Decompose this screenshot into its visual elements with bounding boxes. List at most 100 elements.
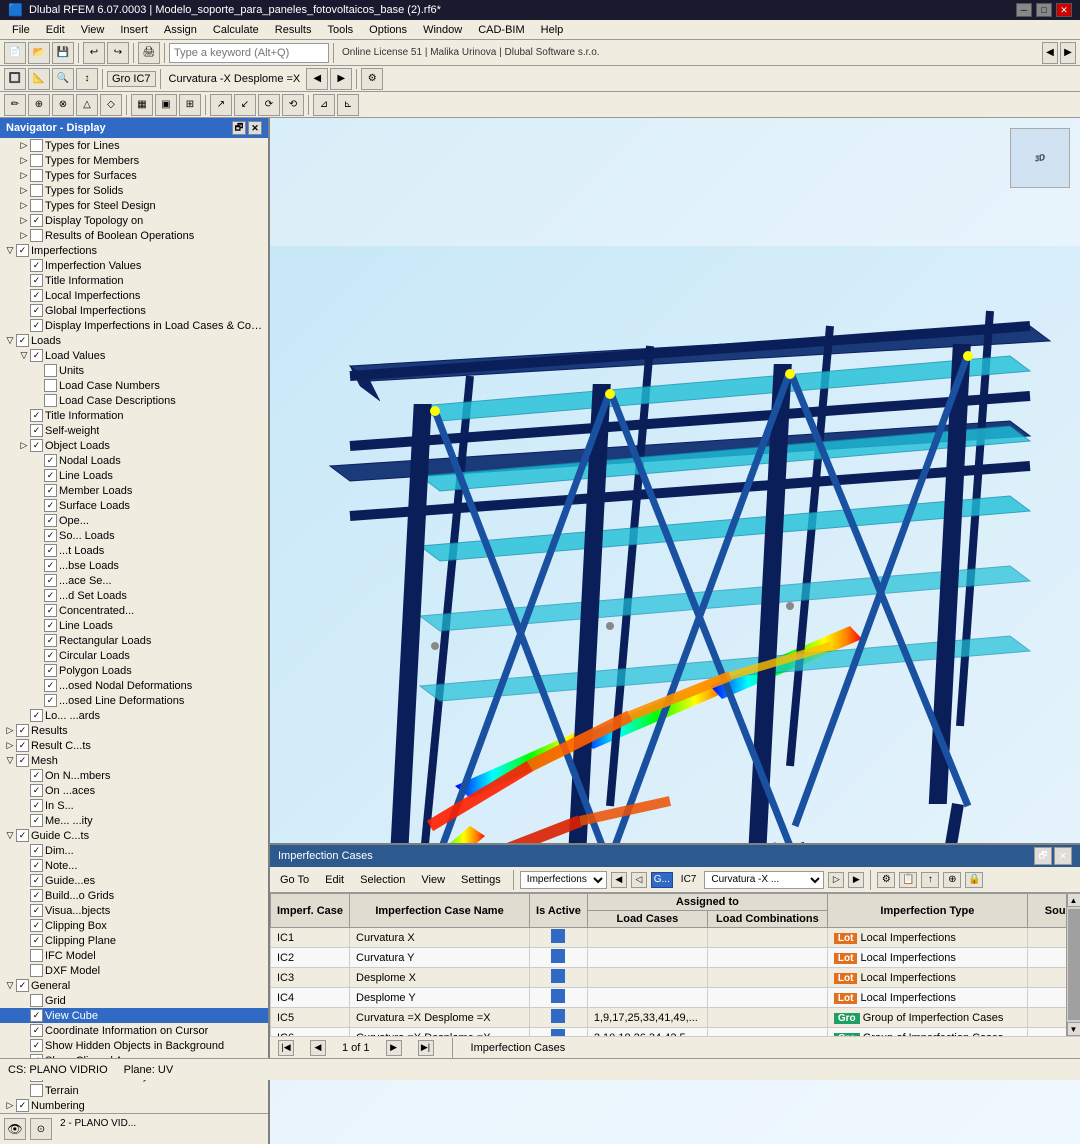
- menu-item-window[interactable]: Window: [415, 22, 470, 38]
- tree-item[interactable]: ...t Loads: [0, 543, 268, 558]
- tree-expand-icon[interactable]: [32, 455, 44, 467]
- draw-btn-9[interactable]: ↗: [210, 94, 232, 116]
- tree-expand-icon[interactable]: [32, 530, 44, 542]
- tree-checkbox[interactable]: [30, 184, 43, 197]
- tree-item[interactable]: Me... ...ity: [0, 813, 268, 828]
- tree-item[interactable]: Lo... ...ards: [0, 708, 268, 723]
- panel-settings-menu[interactable]: Settings: [455, 873, 507, 887]
- tree-checkbox[interactable]: [30, 319, 43, 332]
- tree-item[interactable]: Polygon Loads: [0, 663, 268, 678]
- tree-checkbox[interactable]: [30, 889, 43, 902]
- tree-checkbox[interactable]: [44, 694, 57, 707]
- tree-expand-icon[interactable]: [18, 935, 30, 947]
- tree-item[interactable]: Build...o Grids: [0, 888, 268, 903]
- tree-item[interactable]: Local Imperfections: [0, 288, 268, 303]
- tree-expand-icon[interactable]: [18, 905, 30, 917]
- panel-view-menu[interactable]: View: [415, 873, 451, 887]
- tree-item[interactable]: ▷ Results of Boolean Operations: [0, 228, 268, 243]
- minimize-button[interactable]: ─: [1016, 3, 1032, 17]
- menu-item-options[interactable]: Options: [361, 22, 415, 38]
- tree-expand-icon[interactable]: [18, 950, 30, 962]
- table-last-btn[interactable]: ▶|: [418, 1040, 434, 1056]
- tree-expand-icon[interactable]: ▽: [4, 245, 16, 257]
- menu-item-results[interactable]: Results: [267, 22, 320, 38]
- tree-expand-icon[interactable]: [18, 890, 30, 902]
- menu-item-cad-bim[interactable]: CAD-BIM: [470, 22, 532, 38]
- tree-checkbox[interactable]: [30, 844, 43, 857]
- tree-item[interactable]: Clipping Box: [0, 918, 268, 933]
- case-name-input[interactable]: [356, 992, 523, 1004]
- tree-item[interactable]: Self-weight: [0, 423, 268, 438]
- table-row[interactable]: IC3 Lot Local Imperfections: [271, 968, 1067, 988]
- tree-item[interactable]: ▽ Load Values: [0, 348, 268, 363]
- panel-tb-4[interactable]: ⊕: [943, 872, 961, 888]
- tree-item[interactable]: ▷ Results: [0, 723, 268, 738]
- tree-item[interactable]: DXF Model: [0, 963, 268, 978]
- draw-btn-13[interactable]: ⊿: [313, 94, 335, 116]
- tree-item[interactable]: Units: [0, 363, 268, 378]
- tree-item[interactable]: On ...aces: [0, 783, 268, 798]
- tree-item[interactable]: ...osed Line Deformations: [0, 693, 268, 708]
- tree-checkbox[interactable]: [44, 379, 57, 392]
- tree-item[interactable]: Imperfection Values: [0, 258, 268, 273]
- menu-item-edit[interactable]: Edit: [38, 22, 73, 38]
- tree-item[interactable]: View Cube: [0, 1008, 268, 1023]
- tree-checkbox[interactable]: [44, 589, 57, 602]
- tree-item[interactable]: Title Information: [0, 408, 268, 423]
- table-row[interactable]: IC1 Lot Local Imperfections: [271, 928, 1067, 948]
- tree-checkbox[interactable]: [30, 964, 43, 977]
- tree-checkbox[interactable]: [30, 949, 43, 962]
- tree-expand-icon[interactable]: [32, 620, 44, 632]
- tree-expand-icon[interactable]: [32, 680, 44, 692]
- view-btn-2[interactable]: 📐: [28, 68, 50, 90]
- tree-item[interactable]: ...ace Se...: [0, 573, 268, 588]
- tree-expand-icon[interactable]: [18, 875, 30, 887]
- tree-checkbox[interactable]: [16, 754, 29, 767]
- tree-item[interactable]: ▽ Mesh: [0, 753, 268, 768]
- draw-btn-8[interactable]: ⊞: [179, 94, 201, 116]
- tree-expand-icon[interactable]: [18, 320, 30, 332]
- imperfections-combo[interactable]: Imperfections: [520, 871, 607, 889]
- tree-expand-icon[interactable]: [18, 1085, 30, 1097]
- tree-expand-icon[interactable]: [32, 650, 44, 662]
- open-button[interactable]: 📂: [28, 42, 50, 64]
- tree-expand-icon[interactable]: [18, 845, 30, 857]
- tree-checkbox[interactable]: [16, 979, 29, 992]
- case-name-input[interactable]: [356, 952, 523, 964]
- tree-checkbox[interactable]: [44, 544, 57, 557]
- tree-checkbox[interactable]: [30, 1009, 43, 1022]
- tree-checkbox[interactable]: [44, 634, 57, 647]
- save-button[interactable]: 💾: [52, 42, 74, 64]
- tree-expand-icon[interactable]: [32, 605, 44, 617]
- tree-item[interactable]: Surface Loads: [0, 498, 268, 513]
- tree-item[interactable]: ▷ Types for Lines: [0, 138, 268, 153]
- tree-checkbox[interactable]: [44, 514, 57, 527]
- tree-item[interactable]: Member Loads: [0, 483, 268, 498]
- panel-prev-page-btn[interactable]: ◁: [631, 872, 647, 888]
- tree-item[interactable]: ...d Set Loads: [0, 588, 268, 603]
- tree-checkbox[interactable]: [30, 814, 43, 827]
- table-prev-btn[interactable]: ◀: [310, 1040, 326, 1056]
- draw-btn-12[interactable]: ⟲: [282, 94, 304, 116]
- tree-item[interactable]: On N...mbers: [0, 768, 268, 783]
- tree-checkbox[interactable]: [16, 334, 29, 347]
- tree-checkbox[interactable]: [30, 349, 43, 362]
- tree-expand-icon[interactable]: [18, 815, 30, 827]
- draw-btn-10[interactable]: ↙: [234, 94, 256, 116]
- tree-item[interactable]: Guide...es: [0, 873, 268, 888]
- table-scrollbar[interactable]: ▲ ▼: [1066, 893, 1080, 1036]
- tree-checkbox[interactable]: [44, 499, 57, 512]
- table-next-btn[interactable]: ▶: [386, 1040, 402, 1056]
- tb-extra-1[interactable]: ◀: [1042, 42, 1058, 64]
- draw-btn-4[interactable]: △: [76, 94, 98, 116]
- undo-button[interactable]: ↩: [83, 42, 105, 64]
- tree-expand-icon[interactable]: [18, 290, 30, 302]
- tree-checkbox[interactable]: [30, 1084, 43, 1097]
- tree-item[interactable]: ...bse Loads: [0, 558, 268, 573]
- tree-checkbox[interactable]: [30, 229, 43, 242]
- tree-checkbox[interactable]: [44, 664, 57, 677]
- close-button[interactable]: ✕: [1056, 3, 1072, 17]
- tree-expand-icon[interactable]: [18, 260, 30, 272]
- tree-expand-icon[interactable]: ▷: [18, 185, 30, 197]
- view-btn-4[interactable]: ↕: [76, 68, 98, 90]
